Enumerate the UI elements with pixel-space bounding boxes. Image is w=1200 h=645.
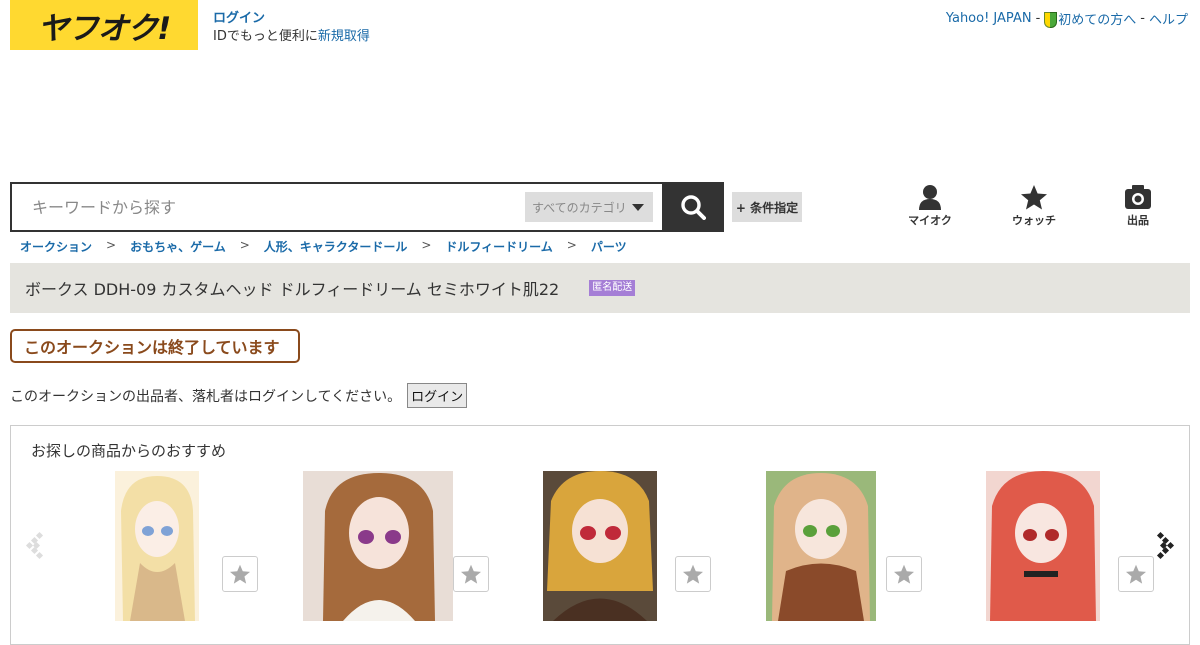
star-icon — [1126, 564, 1146, 584]
star-icon — [230, 564, 250, 584]
myauc-label: マイオク — [908, 214, 952, 227]
doll-photo[interactable] — [543, 471, 657, 621]
login-link[interactable]: ログイン — [213, 10, 370, 28]
login-note: このオークションの出品者、落札者はログインしてください。 ログイン — [10, 383, 468, 408]
carousel-next-button[interactable] — [1155, 530, 1175, 560]
chevron-left-icon — [25, 531, 44, 560]
condition-button[interactable]: + 条件指定 — [732, 192, 802, 222]
beginner-link[interactable]: 初めての方へ — [1044, 9, 1136, 28]
breadcrumb-item[interactable]: おもちゃ、ゲーム — [130, 238, 226, 255]
breadcrumb-item[interactable]: ドルフィードリーム — [445, 238, 552, 255]
star-icon — [461, 564, 481, 584]
sell-label: 出品 — [1127, 214, 1149, 227]
myauc-button[interactable]: マイオク — [900, 184, 960, 228]
watch-button[interactable] — [886, 556, 922, 592]
breadcrumb-item[interactable]: オークション — [20, 238, 92, 255]
sell-button[interactable]: 出品 — [1108, 184, 1168, 228]
login-button[interactable]: ログイン — [407, 383, 468, 408]
watch-button[interactable] — [222, 556, 258, 592]
signup-link[interactable]: 新規取得 — [318, 29, 370, 44]
logo-text: ヤフオク! — [37, 10, 172, 47]
login-box: ログイン IDでもっと便利に新規取得 — [213, 10, 370, 46]
star-icon — [894, 564, 914, 584]
beginner-mark-icon — [1044, 12, 1058, 28]
recommendation-panel: お探しの商品からのおすすめ — [10, 425, 1190, 645]
carousel-prev-button[interactable] — [25, 530, 45, 560]
anonymous-shipping-badge: 匿名配送 — [589, 280, 636, 296]
beginner-label: 初めての方へ — [1058, 13, 1137, 28]
login-note-text: このオークションの出品者、落札者はログインしてください。 — [10, 388, 402, 405]
breadcrumb-item[interactable]: 人形、キャラクタードール — [264, 238, 408, 255]
doll-photo[interactable] — [115, 471, 199, 621]
doll-photo[interactable] — [986, 471, 1100, 621]
top-links: Yahoo! JAPAN - 初めての方へ - ヘルプ — [946, 9, 1188, 28]
breadcrumb-item[interactable]: パーツ — [591, 238, 627, 255]
item-title-bar: ボークス DDH-09 カスタムヘッド ドルフィードリーム セミホワイト肌22 … — [10, 263, 1190, 313]
link-separator: - — [1035, 11, 1041, 26]
watch-button[interactable] — [675, 556, 711, 592]
camera-icon — [1125, 185, 1151, 209]
login-prefix: IDでもっと便利に — [213, 29, 318, 44]
star-icon — [683, 564, 703, 584]
breadcrumb-separator: > — [239, 238, 250, 252]
breadcrumb-separator: > — [421, 238, 432, 252]
breadcrumb-separator: > — [566, 238, 577, 252]
category-select[interactable]: すべてのカテゴリ — [525, 192, 653, 222]
watch-list-button[interactable]: ウォッチ — [1004, 184, 1064, 228]
search-icon — [681, 195, 706, 220]
recommendation-heading: お探しの商品からのおすすめ — [31, 442, 227, 460]
doll-photo[interactable] — [303, 471, 453, 621]
breadcrumb: オークション > おもちゃ、ゲーム > 人形、キャラクタードール > ドルフィー… — [20, 238, 627, 255]
watch-label: ウォッチ — [1012, 214, 1056, 227]
search-bar: すべてのカテゴリ — [10, 182, 724, 232]
watch-button[interactable] — [453, 556, 489, 592]
help-link[interactable]: ヘルプ — [1149, 9, 1188, 28]
chevron-right-icon — [1156, 531, 1175, 560]
caret-down-icon — [631, 203, 644, 211]
yahoo-japan-link[interactable]: Yahoo! JAPAN — [946, 11, 1032, 26]
link-separator: - — [1140, 11, 1145, 26]
breadcrumb-separator: > — [106, 238, 117, 252]
star-icon — [1021, 185, 1047, 210]
item-title: ボークス DDH-09 カスタムヘッド ドルフィードリーム セミホワイト肌22 — [25, 280, 560, 299]
doll-photo[interactable] — [766, 471, 876, 621]
yahuoku-logo[interactable]: ヤフオク! — [10, 0, 198, 50]
search-button[interactable] — [662, 182, 724, 232]
auction-ended-notice: このオークションは終了しています — [10, 329, 300, 363]
category-select-label: すべてのカテゴリ — [532, 200, 627, 215]
person-icon — [919, 185, 941, 210]
watch-button[interactable] — [1118, 556, 1154, 592]
